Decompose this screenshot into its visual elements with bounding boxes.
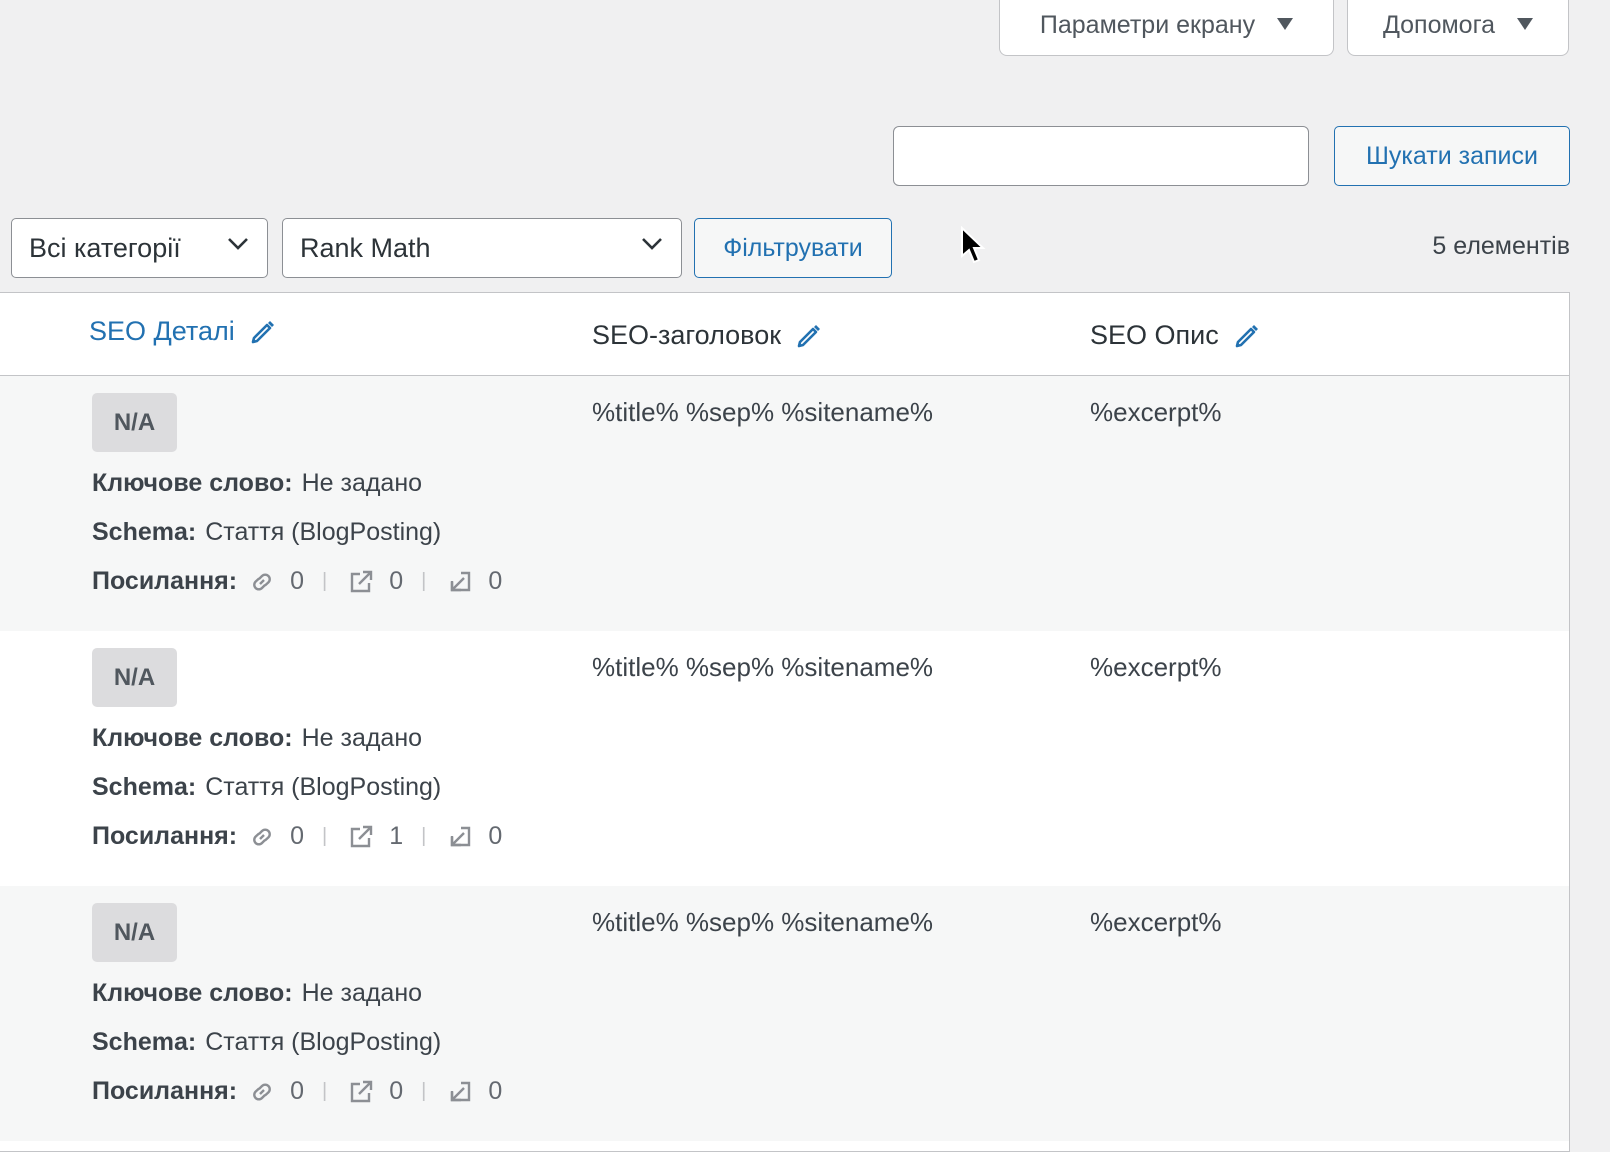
links-line: Посилання: 0 | 1 | 0 [92, 822, 502, 851]
incoming-link-icon [451, 826, 471, 846]
seo-title-cell: %title% %sep% %sitename% [592, 907, 934, 937]
help-label: Допомога [1382, 11, 1496, 39]
pencil-icon[interactable] [1233, 321, 1261, 349]
separator: | [421, 570, 427, 592]
help-button[interactable]: Допомога [1347, 0, 1569, 56]
focus-keyword-line: Ключове слово: Не задано [92, 724, 422, 753]
seo-description-cell: %excerpt% [1090, 397, 1222, 427]
external-links-count: 0 [389, 1077, 404, 1105]
schema-value: Стаття (BlogPosting) [205, 773, 442, 801]
search-posts-button-label: Шукати записи [1366, 141, 1538, 170]
chevron-down-icon [228, 238, 248, 250]
pencil-icon[interactable] [249, 317, 277, 345]
focus-keyword-line: Ключове слово: Не задано [92, 469, 422, 498]
seo-description-cell: %excerpt% [1090, 907, 1222, 937]
incoming-link-icon [451, 571, 471, 591]
separator: | [421, 1080, 427, 1102]
internal-links-count: 0 [290, 567, 304, 595]
separator: | [322, 570, 328, 592]
links-label: Посилання: [92, 822, 238, 850]
triangle-down-icon [1517, 17, 1534, 30]
schema-line: Schema: Стаття (BlogPosting) [92, 773, 441, 802]
schema-value: Стаття (BlogPosting) [205, 1028, 442, 1056]
table-row: N/A Ключове слово: Не задано Schema: Ста… [0, 886, 1569, 1141]
schema-label: Schema: [92, 518, 197, 546]
table-header: SEO Деталі SEO-заголовок SEO Опис [0, 293, 1569, 376]
links-line: Посилання: 0 | 0 | 0 [92, 567, 502, 596]
column-header-seo-title[interactable]: SEO-заголовок [592, 315, 823, 355]
separator: | [322, 825, 328, 847]
links-label: Посилання: [92, 1077, 238, 1105]
schema-label: Schema: [92, 773, 197, 801]
separator: | [322, 1080, 328, 1102]
table-row: N/A Ключове слово: Не задано Schema: Ста… [0, 376, 1569, 631]
internal-links-count: 0 [290, 822, 304, 850]
chevron-down-icon [642, 238, 662, 250]
external-link-icon [351, 825, 373, 847]
seo-score-badge: N/A [92, 393, 177, 452]
pencil-icon[interactable] [795, 321, 823, 349]
filter-button-label: Фільтрувати [723, 233, 863, 262]
internal-links-count: 0 [290, 1077, 304, 1105]
mouse-cursor-icon [961, 226, 986, 264]
schema-label: Schema: [92, 1028, 197, 1056]
separator: | [421, 825, 427, 847]
focus-keyword-value: Не задано [301, 979, 423, 1007]
focus-keyword-label: Ключове слово: [92, 469, 293, 497]
focus-keyword-label: Ключове слово: [92, 979, 293, 1007]
table-row: N/A Ключове слово: Не задано Schema: Ста… [0, 631, 1569, 886]
incoming-link-icon [451, 1081, 471, 1101]
incoming-links-count: 0 [488, 1077, 503, 1105]
filter-button[interactable]: Фільтрувати [694, 218, 892, 278]
external-links-count: 1 [389, 822, 404, 850]
column-header-seo-details[interactable]: SEO Деталі [89, 311, 277, 351]
category-select[interactable]: Всі категорії [11, 218, 268, 278]
seo-title-cell: %title% %sep% %sitename% [592, 397, 934, 427]
search-input[interactable] [893, 126, 1309, 186]
links-line: Посилання: 0 | 0 | 0 [92, 1077, 502, 1106]
seo-filter-select[interactable]: Rank Math [282, 218, 682, 278]
schema-line: Schema: Стаття (BlogPosting) [92, 1028, 441, 1057]
link-icon [253, 827, 271, 846]
seo-description-cell: %excerpt% [1090, 652, 1222, 682]
external-links-count: 0 [389, 567, 404, 595]
external-link-icon [351, 1080, 373, 1102]
incoming-links-count: 0 [488, 822, 503, 850]
links-label: Посилання: [92, 567, 238, 595]
seo-title-cell: %title% %sep% %sitename% [592, 652, 934, 682]
schema-value: Стаття (BlogPosting) [205, 518, 442, 546]
seo-score-badge: N/A [92, 903, 177, 962]
link-icon [253, 572, 271, 591]
link-icon [253, 1082, 271, 1101]
column-header-seo-description[interactable]: SEO Опис [1090, 315, 1261, 355]
focus-keyword-label: Ключове слово: [92, 724, 293, 752]
screen-options-button[interactable]: Параметри екрану [999, 0, 1334, 56]
seo-filter-select-value: Rank Math [300, 232, 431, 263]
column-header-label: SEO Опис [1090, 319, 1219, 350]
posts-table: SEO Деталі SEO-заголовок SEO Опис N/A Кл… [0, 292, 1570, 1152]
focus-keyword-line: Ключове слово: Не задано [92, 979, 422, 1008]
items-count: 5 елементів [1432, 232, 1570, 260]
schema-line: Schema: Стаття (BlogPosting) [92, 518, 441, 547]
search-posts-button[interactable]: Шукати записи [1334, 126, 1570, 186]
triangle-down-icon [1277, 17, 1294, 30]
seo-score-badge: N/A [92, 648, 177, 707]
column-header-label: SEO-заголовок [592, 319, 782, 350]
focus-keyword-value: Не задано [301, 469, 423, 497]
column-header-label: SEO Деталі [89, 315, 235, 346]
category-select-value: Всі категорії [29, 232, 181, 263]
external-link-icon [351, 570, 373, 592]
focus-keyword-value: Не задано [301, 724, 423, 752]
incoming-links-count: 0 [488, 567, 503, 595]
screen-options-label: Параметри екрану [1039, 11, 1256, 39]
